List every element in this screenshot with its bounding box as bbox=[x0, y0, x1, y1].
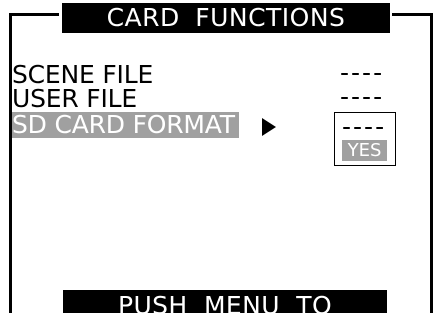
right-triangle-icon bbox=[262, 118, 276, 136]
frame-border-top-left bbox=[9, 13, 59, 16]
menu-item-user-file-value: ---- bbox=[340, 82, 385, 111]
frame-border-top-right bbox=[392, 13, 432, 16]
frame-border-right bbox=[430, 13, 433, 313]
footer-hint: PUSH MENU TO RETURN bbox=[63, 290, 387, 313]
menu-item-user-file[interactable]: USER FILE bbox=[12, 86, 137, 111]
submenu-dashes-option[interactable]: ---- bbox=[342, 114, 386, 139]
frame-border-left bbox=[9, 13, 12, 313]
sd-card-format-submenu: ---- YES bbox=[334, 112, 396, 166]
menu-item-sd-card-format[interactable]: SD CARD FORMAT bbox=[12, 112, 239, 138]
menu-screen: CARD FUNCTIONS SCENE FILE ---- USER FILE… bbox=[0, 0, 442, 313]
submenu-yes-option[interactable]: YES bbox=[342, 140, 387, 161]
menu-title: CARD FUNCTIONS bbox=[62, 3, 390, 33]
